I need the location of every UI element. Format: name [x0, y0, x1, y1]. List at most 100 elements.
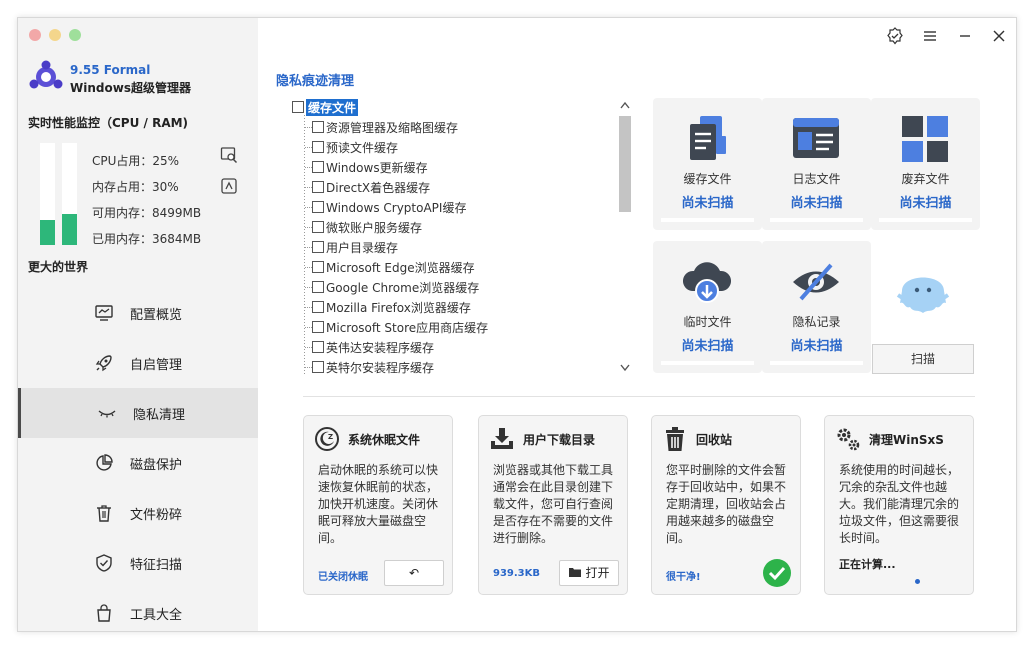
tree-item-checkbox[interactable] [312, 361, 324, 373]
minimize-icon[interactable] [956, 27, 974, 45]
nav-startup-manager[interactable]: 自启管理 [18, 338, 258, 388]
hibernate-status: 已关闭休眠 [318, 572, 368, 583]
nav-label: 工具大全 [130, 608, 183, 623]
tree-item-checkbox[interactable] [312, 141, 324, 153]
tree-item-label: 用户目录缓存 [326, 241, 399, 255]
tool-downloads: 用户下载目录 浏览器或其他下载工具通常会在此目录创建下载文件，您可自行查阅是否存… [478, 415, 628, 595]
tool-title: 用户下载目录 [523, 433, 596, 447]
nav-label: 自启管理 [130, 358, 183, 373]
monitor-icon [95, 305, 113, 321]
card-log-files[interactable]: 日志文件 尚未扫描 [762, 98, 871, 230]
tool-recycle-bin: 回收站 您平时删除的文件会暂存于回收站中，如果不定期清理，回收站会占用越来越多的… [651, 415, 801, 595]
tree-connector [305, 127, 312, 128]
pie-chart-icon [96, 454, 113, 471]
card-name: 临时文件 [683, 315, 732, 329]
card-name: 隐私记录 [792, 315, 841, 329]
available-memory: 可用内存：8499MB [92, 206, 202, 220]
tree-connector [305, 367, 312, 368]
memory-clean-icon[interactable] [220, 177, 238, 195]
app-version: 9.55 Formal [70, 63, 151, 77]
card-status: 尚未扫描 [790, 196, 843, 211]
cpu-detail-icon[interactable] [220, 146, 238, 164]
tree-item-checkbox[interactable] [312, 121, 324, 133]
tree-item-checkbox[interactable] [312, 181, 324, 193]
nav-file-shredder[interactable]: 文件粉碎 [18, 488, 258, 538]
tree-connector [305, 327, 312, 328]
tree-item-label: Google Chrome浏览器缓存 [326, 281, 480, 295]
menu-icon[interactable] [921, 27, 939, 45]
card-progress [879, 218, 972, 222]
tree-item-label: Windows CryptoAPI缓存 [326, 201, 467, 215]
nav-label: 磁盘保护 [130, 458, 183, 473]
card-cache-files[interactable]: 缓存文件 尚未扫描 [653, 98, 762, 230]
card-progress [661, 218, 754, 222]
scan-button[interactable]: 扫描 [872, 344, 974, 374]
close-icon[interactable] [990, 27, 1008, 45]
card-status: 尚未扫描 [899, 196, 952, 211]
tree-item-checkbox[interactable] [312, 221, 324, 233]
downloads-size: 939.3KB [493, 568, 541, 579]
tree-connector [305, 247, 312, 248]
tool-title: 清理WinSxS [869, 433, 944, 447]
tree-item-label: Microsoft Edge浏览器缓存 [326, 261, 475, 275]
trash-icon [97, 505, 111, 522]
tree-item-checkbox[interactable] [312, 261, 324, 273]
card-obsolete-files[interactable]: 废弃文件 尚未扫描 [871, 98, 980, 230]
loading-dot [915, 579, 920, 584]
sleep-moon-icon: Z [315, 427, 339, 451]
ghost-icon [896, 277, 950, 313]
zoom-dot[interactable] [69, 29, 81, 41]
nav-privacy-clean[interactable]: 隐私清理 [18, 388, 258, 438]
recycle-status: 很干净! [666, 572, 701, 583]
card-status: 尚未扫描 [681, 339, 734, 354]
gears-icon [837, 428, 860, 451]
used-memory: 已用内存：3684MB [92, 232, 202, 246]
tool-description: 浏览器或其他下载工具通常会在此目录创建下载文件，您可自行查阅是否存在不需要的文件… [493, 463, 614, 545]
tree-item-label: 微软账户服务缓存 [326, 221, 423, 235]
card-status: 尚未扫描 [681, 196, 734, 211]
cpu-bar-fill [40, 219, 55, 245]
close-dot[interactable] [29, 29, 41, 41]
card-privacy-records[interactable]: 隐私记录 尚未扫描 [762, 241, 871, 373]
card-name: 废弃文件 [901, 172, 950, 186]
tree-item-checkbox[interactable] [312, 321, 324, 333]
tree-item-checkbox[interactable] [312, 301, 324, 313]
nav-config-overview[interactable]: 配置概览 [18, 288, 258, 338]
tree-item-checkbox[interactable] [312, 161, 324, 173]
cloud-download-icon [682, 262, 732, 303]
mem-usage: 内存占用：30% [92, 180, 179, 194]
tool-description: 系统使用的时间越长，冗余的杂乱文件也越大。我们能清理冗余的垃圾文件，但这需要很长… [839, 463, 960, 545]
svg-text:Z: Z [328, 433, 333, 441]
minimize-dot[interactable] [49, 29, 61, 41]
bag-icon [97, 604, 111, 622]
tree-root-checkbox[interactable] [292, 101, 304, 113]
tree-item-checkbox[interactable] [312, 281, 324, 293]
nav-feature-scan[interactable]: 特征扫描 [18, 538, 258, 588]
badge-check-icon[interactable] [886, 27, 904, 45]
tree-scrollbar[interactable] [618, 98, 632, 376]
section-title: 隐私痕迹清理 [276, 74, 355, 89]
tree-connector [305, 167, 312, 168]
card-name: 日志文件 [792, 172, 841, 186]
tree-item-checkbox[interactable] [312, 201, 324, 213]
tree-item-label: Microsoft Store应用商店缓存 [326, 321, 489, 335]
card-temp-files[interactable]: 临时文件 尚未扫描 [653, 241, 762, 373]
tree-item-checkbox[interactable] [312, 241, 324, 253]
tree-connector [305, 307, 312, 308]
undo-button[interactable]: ↶ [384, 560, 444, 586]
nav-label: 文件粉碎 [130, 508, 183, 523]
tool-title: 回收站 [696, 433, 733, 447]
nav-label: 隐私清理 [133, 408, 186, 423]
card-progress [770, 361, 863, 365]
tree-item-label: Windows更新缓存 [326, 161, 428, 175]
app-logo-icon [29, 60, 63, 89]
open-button[interactable]: 打开 [559, 560, 619, 586]
tree-item-checkbox[interactable] [312, 341, 324, 353]
nav-toolbox[interactable]: 工具大全 [18, 588, 258, 631]
nav-disk-protect[interactable]: 磁盘保护 [18, 438, 258, 488]
log-window-icon [793, 118, 839, 158]
mem-bar-fill [62, 214, 77, 245]
mem-bar [62, 143, 77, 245]
tree-item-label: 英特尔安装程序缓存 [326, 361, 435, 375]
monitor-title: 实时性能监控（CPU / RAM) [28, 116, 189, 130]
